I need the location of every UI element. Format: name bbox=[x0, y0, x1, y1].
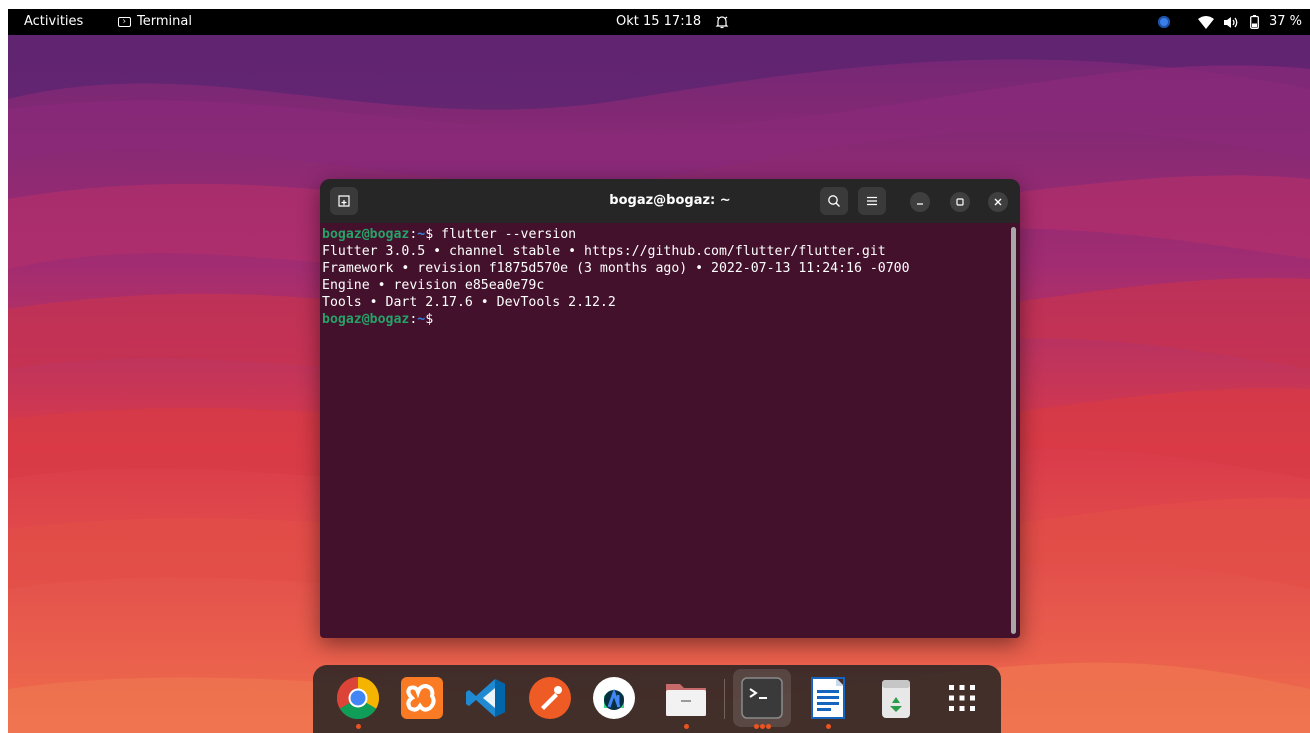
search-button[interactable] bbox=[820, 187, 848, 215]
dock-app-android-studio[interactable] bbox=[591, 675, 637, 721]
alarm-icon bbox=[715, 16, 729, 29]
command-text: $ bbox=[425, 312, 434, 327]
dock-app-chrome[interactable] bbox=[335, 675, 381, 729]
dock-app-postman[interactable] bbox=[527, 675, 573, 721]
maximize-button[interactable] bbox=[950, 192, 970, 212]
running-indicator bbox=[759, 724, 765, 729]
running-indicator bbox=[355, 724, 361, 729]
postman-icon bbox=[529, 677, 571, 719]
prompt-user: bogaz@bogaz bbox=[322, 312, 410, 327]
running-indicator bbox=[825, 724, 831, 729]
wifi-icon bbox=[1197, 15, 1214, 29]
minimize-icon bbox=[917, 203, 923, 205]
title-bar[interactable]: bogaz@bogaz: ~ bbox=[320, 179, 1020, 223]
clock-label: Okt 15 17:18 bbox=[616, 14, 702, 29]
close-button[interactable] bbox=[988, 192, 1008, 212]
search-icon bbox=[828, 195, 840, 207]
dock-app-vscode[interactable] bbox=[463, 675, 509, 721]
show-apps-icon bbox=[949, 685, 975, 711]
libreoffice-writer-icon bbox=[811, 677, 845, 719]
activities-button[interactable]: Activities bbox=[24, 9, 83, 35]
xampp-icon bbox=[401, 677, 443, 719]
menu-button[interactable] bbox=[858, 187, 886, 215]
battery-percentage: 37 % bbox=[1268, 14, 1302, 29]
maximize-icon bbox=[956, 198, 964, 206]
terminal-line: Tools • Dart 2.17.6 • DevTools 2.12.2 bbox=[322, 295, 616, 310]
status-indicator-icon[interactable] bbox=[1157, 16, 1170, 28]
terminal-window[interactable]: bogaz@bogaz: ~ bogaz@bogaz:~$ flutter --… bbox=[320, 179, 1020, 638]
vscode-icon bbox=[466, 679, 505, 717]
hamburger-menu-icon bbox=[867, 196, 877, 206]
terminal-output[interactable]: bogaz@bogaz:~$ flutter --version Flutter… bbox=[322, 226, 1008, 631]
app-menu-label: Terminal bbox=[137, 14, 192, 29]
new-tab-button[interactable] bbox=[330, 187, 358, 215]
clock[interactable]: Okt 15 17:18 bbox=[616, 9, 729, 35]
dock-app-libreoffice-writer[interactable] bbox=[805, 675, 851, 729]
app-menu[interactable]: Terminal bbox=[118, 9, 192, 35]
dock-separator bbox=[724, 679, 725, 719]
dock-app-files[interactable] bbox=[663, 675, 709, 729]
files-icon bbox=[666, 684, 706, 716]
android-studio-icon bbox=[593, 677, 635, 719]
battery-icon bbox=[1250, 15, 1259, 29]
terminal-line: Framework • revision f1875d570e (3 month… bbox=[322, 261, 910, 276]
desktop: Activities Terminal Okt 15 17:18 37 % bo… bbox=[8, 9, 1310, 733]
running-indicator bbox=[765, 724, 771, 729]
terminal-line: bogaz@bogaz:~$ bbox=[322, 311, 1008, 328]
minimize-button[interactable] bbox=[910, 192, 930, 212]
dock-app-terminal[interactable] bbox=[733, 669, 791, 729]
dock-show-apps[interactable] bbox=[939, 675, 985, 721]
dock-app-trash[interactable] bbox=[873, 675, 919, 721]
running-indicator bbox=[683, 724, 689, 729]
chrome-icon bbox=[336, 677, 380, 720]
system-tray[interactable]: 37 % bbox=[1157, 9, 1302, 35]
volume-icon bbox=[1223, 16, 1238, 28]
close-icon bbox=[994, 198, 1002, 206]
command-text: $ flutter --version bbox=[425, 227, 577, 242]
dock bbox=[313, 665, 1001, 733]
new-tab-icon bbox=[338, 195, 350, 207]
terminal-app-icon bbox=[118, 17, 131, 27]
top-bar: Activities Terminal Okt 15 17:18 37 % bbox=[8, 9, 1310, 35]
terminal-icon bbox=[741, 677, 783, 719]
scrollbar[interactable] bbox=[1011, 227, 1016, 634]
terminal-line: Engine • revision e85ea0e79c bbox=[322, 278, 545, 293]
prompt-user: bogaz@bogaz bbox=[322, 227, 410, 242]
dock-app-xampp[interactable] bbox=[399, 675, 445, 721]
terminal-line: bogaz@bogaz:~$ flutter --version bbox=[322, 226, 1008, 243]
terminal-line: Flutter 3.0.5 • channel stable • https:/… bbox=[322, 244, 886, 259]
running-indicator bbox=[753, 724, 759, 729]
trash-icon bbox=[882, 680, 910, 718]
